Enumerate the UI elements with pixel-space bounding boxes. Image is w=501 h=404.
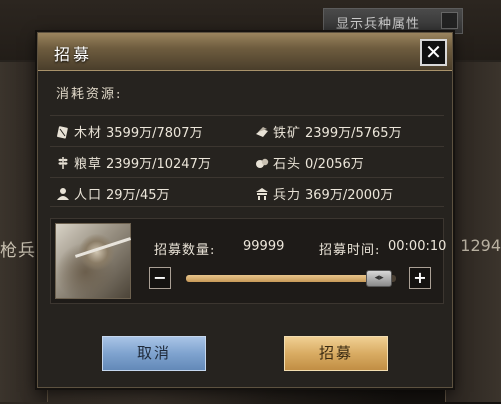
- resource-population: 人口 29万/45万: [56, 184, 169, 203]
- resource-cost-label: 消耗资源:: [56, 87, 123, 102]
- resource-value: 2399万/5765万: [305, 126, 402, 141]
- dialog-titlebar: 招募 ✕: [38, 33, 452, 71]
- resource-row: 人口 29万/45万 兵力 369万/2000万: [50, 177, 444, 207]
- decrease-button[interactable]: −: [149, 267, 171, 289]
- resource-value: 369万/2000万: [305, 188, 394, 203]
- recruit-dialog: 招募 ✕ 消耗资源: 木材 3599万/7807万 铁矿 2399万/5765万: [37, 32, 453, 388]
- wood-icon: [57, 125, 68, 139]
- resource-iron: 铁矿 2399万/5765万: [255, 122, 402, 141]
- background-unit-label: 枪兵: [0, 241, 36, 261]
- recruit-time-value: 00:00:10: [388, 239, 447, 254]
- recruit-count-value: 99999: [243, 239, 285, 254]
- resource-value: 29万/45万: [106, 188, 170, 203]
- resource-troops: 兵力 369万/2000万: [255, 184, 393, 203]
- recruit-panel: 招募数量: 99999 招募时间: 00:00:10 − ◂▸ +: [50, 218, 447, 304]
- recruit-slider[interactable]: ◂▸: [186, 270, 396, 287]
- slider-fill: [186, 275, 380, 282]
- background-number: 1294: [460, 236, 501, 255]
- increase-button[interactable]: +: [409, 267, 431, 289]
- resource-label: 石头: [273, 157, 302, 172]
- resource-stone: 石头 0/2056万: [255, 153, 364, 172]
- resource-label: 兵力: [273, 188, 302, 203]
- population-icon: [57, 187, 69, 200]
- recruit-time-label: 招募时间:: [319, 243, 381, 258]
- resource-value: 2399万/10247万: [106, 157, 211, 172]
- resource-grain: 粮草 2399万/10247万: [56, 153, 211, 172]
- resource-label: 木材: [74, 126, 103, 141]
- resource-row: 粮草 2399万/10247万 石头 0/2056万: [50, 146, 444, 176]
- troops-icon: [256, 187, 268, 200]
- resource-wood: 木材 3599万/7807万: [56, 122, 203, 141]
- slider-handle[interactable]: ◂▸: [366, 270, 393, 287]
- resource-label: 人口: [74, 188, 103, 203]
- resource-value: 3599万/7807万: [106, 126, 203, 141]
- resource-row: 木材 3599万/7807万 铁矿 2399万/5765万: [50, 115, 444, 145]
- iron-ore-icon: [256, 126, 268, 137]
- resource-label: 粮草: [74, 157, 103, 172]
- close-button[interactable]: ✕: [420, 39, 447, 66]
- right-background-panel: [445, 62, 501, 402]
- show-unit-attributes-checkbox[interactable]: [441, 12, 458, 29]
- unit-portrait: [55, 223, 132, 299]
- unit-weapon: [74, 237, 132, 258]
- stone-icon: [256, 158, 269, 168]
- recruit-count-label: 招募数量:: [154, 243, 216, 258]
- dialog-title: 招募: [54, 45, 93, 64]
- resource-label: 铁矿: [273, 126, 302, 141]
- resource-value: 0/2056万: [305, 157, 364, 172]
- grain-icon: [58, 156, 68, 169]
- cancel-button[interactable]: 取消: [102, 336, 206, 371]
- recruit-button[interactable]: 招募: [284, 336, 388, 371]
